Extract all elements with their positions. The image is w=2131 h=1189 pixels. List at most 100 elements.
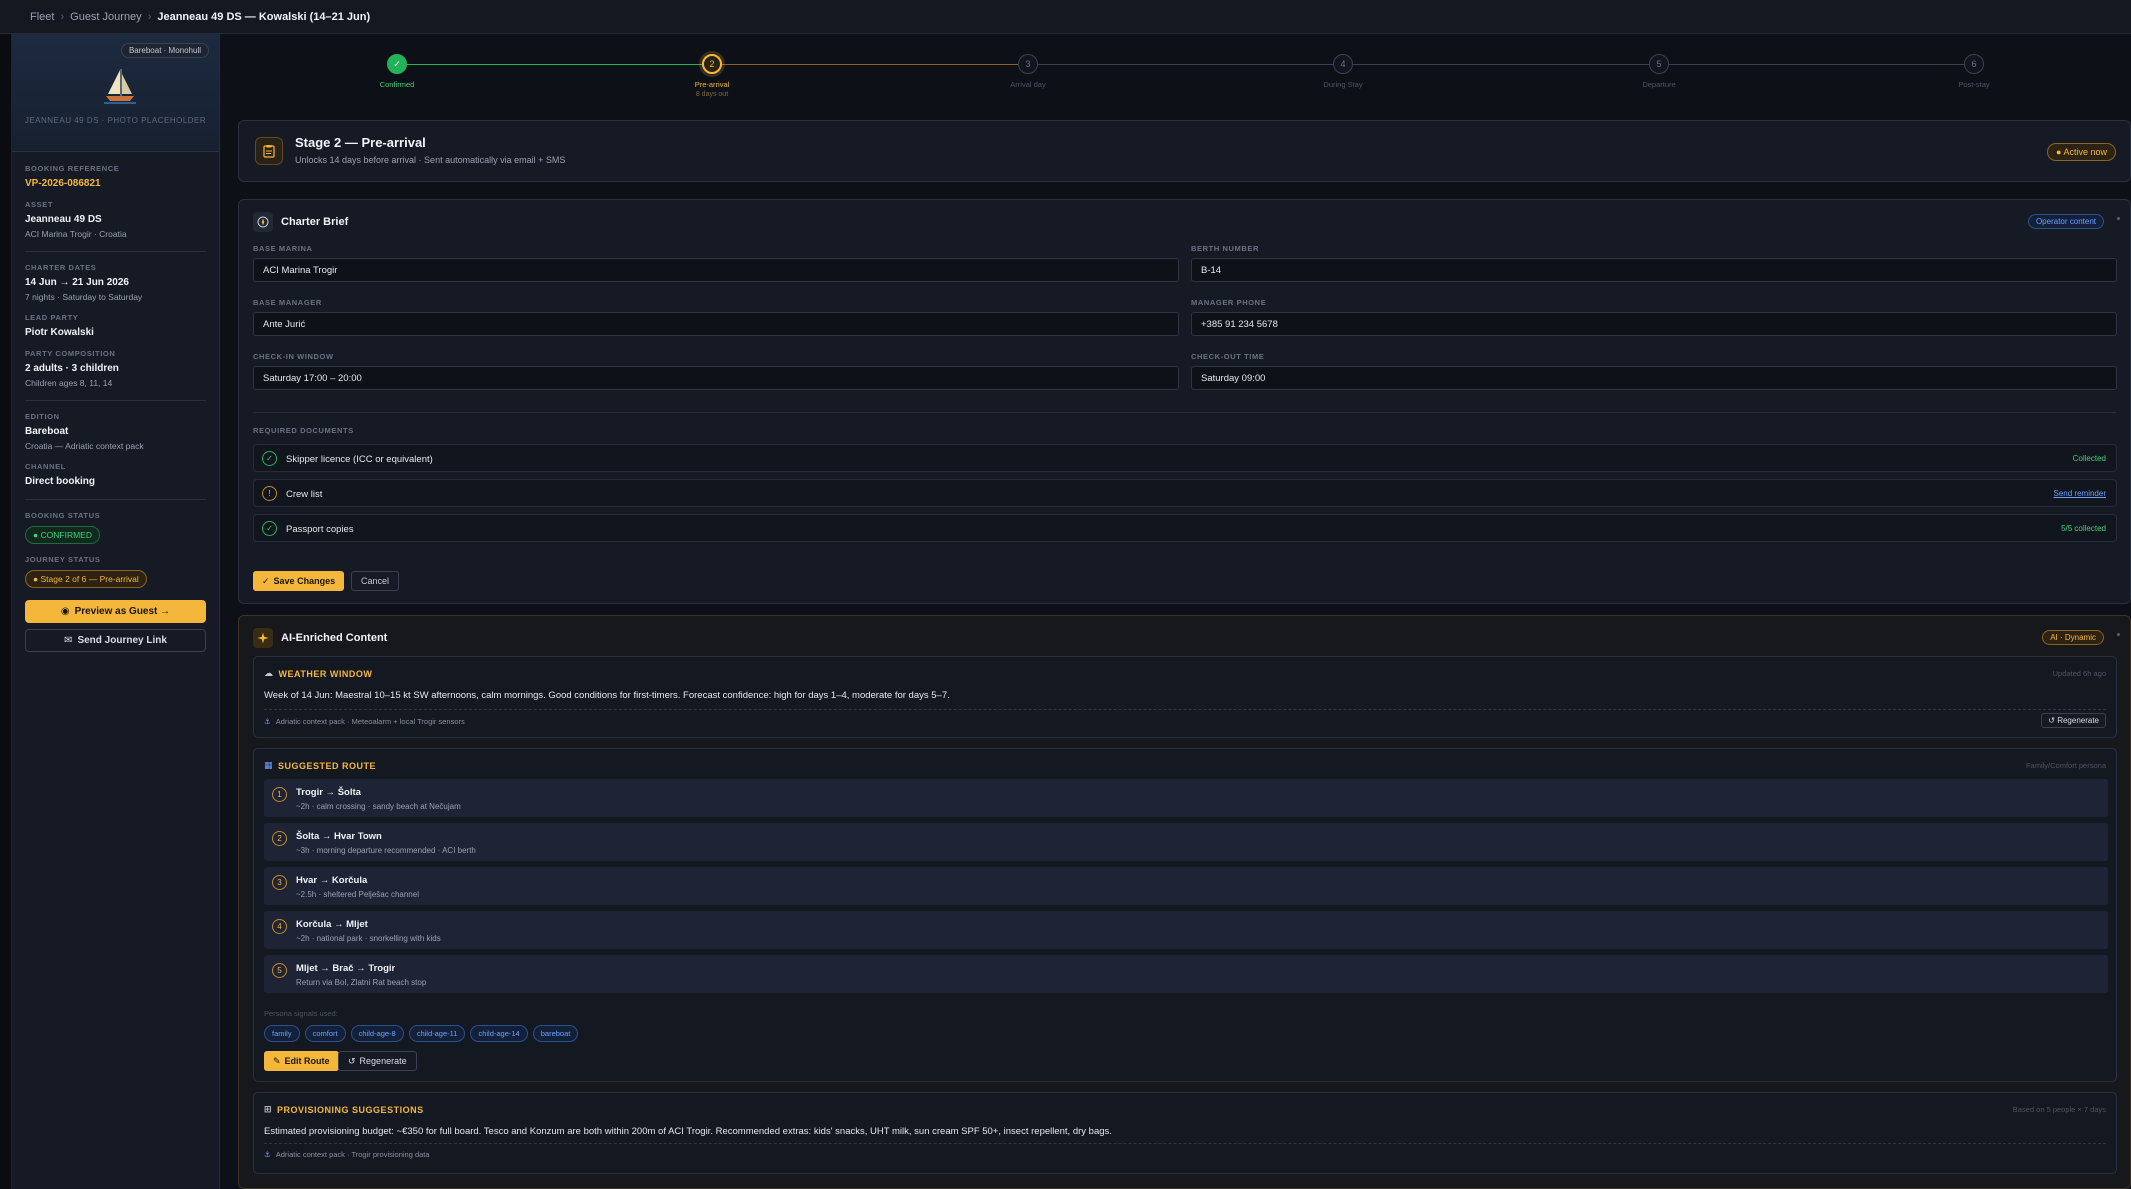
channel-label: CHANNEL: [25, 462, 66, 471]
check-circle-icon: ✓: [262, 451, 277, 466]
preview-as-guest-button[interactable]: ◉ Preview as Guest →: [25, 600, 206, 623]
stepper-line-done: [397, 64, 712, 65]
check-out-time-input[interactable]: [1191, 366, 2117, 390]
persona-tag: child-age-11: [408, 1025, 466, 1042]
weather-window-title: ☁ WEATHER WINDOW: [264, 668, 373, 679]
stage-title: Stage 2 — Pre-arrival: [295, 135, 426, 150]
children-ages: Children ages 8, 11, 14: [25, 378, 113, 388]
booking-status-label: BOOKING STATUS: [25, 511, 101, 520]
eye-icon: ◉: [60, 606, 70, 617]
route-persona: Family/Comfort persona: [2025, 761, 2106, 770]
provisioning-card: ⊞ PROVISIONING SUGGESTIONS Based on 5 pe…: [253, 1092, 2117, 1174]
warning-circle-icon: !: [262, 486, 277, 501]
berth-number-field: BERTH NUMBER: [1191, 244, 2117, 282]
berth-number-input[interactable]: [1191, 258, 2117, 282]
route-leg[interactable]: 1 Trogir → Šolta ~2h · calm crossing · s…: [264, 779, 2108, 817]
ai-enriched-title: AI-Enriched Content: [281, 632, 388, 644]
provisioning-text: Estimated provisioning budget: ~€350 for…: [264, 1126, 1112, 1137]
cart-icon: ⊞: [264, 1104, 273, 1114]
persona-tag: child-age-8: [350, 1025, 404, 1042]
step-confirmed[interactable]: ✓ Confirmed: [357, 54, 437, 89]
cloud-icon: ☁: [264, 668, 274, 678]
left-rail: [0, 34, 12, 1189]
persona-tag: child-age-14: [470, 1025, 528, 1042]
regenerate-route-button[interactable]: ↺ Regenerate: [338, 1051, 417, 1071]
charter-nights: 7 nights · Saturday to Saturday: [25, 292, 143, 302]
doc-row-passport-copies: ✓ Passport copies 5/5 collected: [253, 514, 2117, 542]
party-composition: 2 adults · 3 children: [25, 363, 119, 374]
channel: Direct booking: [25, 476, 96, 487]
divider: [25, 499, 206, 500]
charter-dates-label: CHARTER DATES: [25, 263, 97, 272]
edition-context: Croatia — Adriatic context pack: [25, 441, 144, 451]
route-leg[interactable]: 3 Hvar → Korčula ~2.5h · sheltered Pelje…: [264, 867, 2108, 905]
more-icon[interactable]: [2117, 217, 2120, 220]
weather-window-card: ☁ WEATHER WINDOW Updated 6h ago Week of …: [253, 656, 2117, 738]
anchor-icon: ⚓: [264, 1150, 271, 1159]
operator-content-badge: Operator content: [2027, 214, 2104, 229]
asset-type-badge: Bareboat · Monohull: [120, 43, 209, 58]
check-in-window-input[interactable]: [253, 366, 1179, 390]
doc-row-skipper-licence: ✓ Skipper licence (ICC or equivalent) Co…: [253, 444, 2117, 472]
step-arrival-day[interactable]: 3 Arrival day: [988, 54, 1068, 89]
persona-tag: bareboat: [532, 1025, 579, 1042]
check-in-window-field: CHECK-IN WINDOW: [253, 352, 1179, 390]
breadcrumb: Fleet › Guest Journey › Jeanneau 49 DS —…: [0, 0, 2131, 34]
persona-tags: family comfort child-age-8 child-age-11 …: [264, 1025, 579, 1042]
charter-brief-card: Charter Brief Operator content BASE MARI…: [238, 199, 2131, 604]
charter-dates: 14 Jun → 21 Jun 2026: [25, 277, 129, 288]
weather-updated: Updated 6h ago: [2052, 669, 2106, 678]
divider: [264, 1143, 2106, 1144]
doc-status: Collected: [2072, 454, 2106, 463]
send-reminder-link[interactable]: Send reminder: [2054, 489, 2106, 498]
more-icon[interactable]: [2117, 633, 2120, 636]
breadcrumb-guest-journey[interactable]: Guest Journey: [70, 11, 142, 23]
journey-stepper: ✓ Confirmed 2 Pre-arrival 8 days out 3 A…: [238, 34, 2131, 114]
booking-reference-label: BOOKING REFERENCE: [25, 164, 120, 173]
breadcrumb-separator: ›: [147, 10, 152, 23]
route-leg[interactable]: 5 Mljet → Brač → Trogir Return via Bol, …: [264, 955, 2108, 993]
step-pre-arrival[interactable]: 2 Pre-arrival 8 days out: [672, 54, 752, 98]
suggested-route-title: ▦ SUGGESTED ROUTE: [264, 760, 377, 771]
photo-placeholder-text: JEANNEAU 49 DS · PHOTO PLACEHOLDER: [24, 116, 207, 125]
base-manager-field: BASE MANAGER: [253, 298, 1179, 336]
step-during-stay[interactable]: 4 During Stay: [1303, 54, 1383, 89]
persona-tag: comfort: [304, 1025, 346, 1042]
step-post-stay[interactable]: 6 Post-stay: [1934, 54, 2014, 89]
send-journey-link-button[interactable]: ✉ Send Journey Link: [25, 629, 206, 652]
asset-location: ACI Marina Trogir · Croatia: [25, 229, 127, 239]
edition-label: EDITION: [25, 412, 60, 421]
required-documents-label: REQUIRED DOCUMENTS: [253, 426, 354, 435]
provisioning-basis: Based on 5 people × 7 days: [2012, 1105, 2106, 1114]
divider: [25, 400, 206, 401]
divider: [264, 709, 2106, 710]
refresh-icon: ↺: [348, 1055, 356, 1066]
edition: Bareboat: [25, 426, 69, 437]
weather-source: ⚓ Adriatic context pack · Meteoalarm + l…: [264, 717, 465, 726]
map-icon: ▦: [264, 760, 274, 770]
route-leg[interactable]: 2 Šolta → Hvar Town ~3h · morning depart…: [264, 823, 2108, 861]
base-marina-input[interactable]: [253, 258, 1179, 282]
step-departure[interactable]: 5 Departure: [1619, 54, 1699, 89]
booking-sidebar: Bareboat · Monohull JEANNEAU 49 DS · PHO…: [12, 34, 220, 1189]
provisioning-source: ⚓ Adriatic context pack · Trogir provisi…: [264, 1150, 430, 1159]
persona-signals-label: Persona signals used:: [264, 1009, 338, 1018]
route-leg[interactable]: 4 Korčula → Mljet ~2h · national park · …: [264, 911, 2108, 949]
breadcrumb-current: Jeanneau 49 DS — Kowalski (14–21 Jun): [157, 10, 371, 23]
base-marina-field: BASE MARINA: [253, 244, 1179, 282]
regenerate-weather-button[interactable]: ↺ Regenerate: [2041, 713, 2106, 728]
provisioning-title: ⊞ PROVISIONING SUGGESTIONS: [264, 1104, 424, 1115]
ai-enriched-header: AI-Enriched Content: [253, 628, 387, 648]
journey-status-badge: ● Stage 2 of 6 — Pre-arrival: [25, 570, 147, 588]
base-manager-input[interactable]: [253, 312, 1179, 336]
sailboat-icon: [104, 69, 136, 104]
mail-icon: ✉: [64, 635, 73, 646]
pencil-icon: ✎: [273, 1055, 281, 1066]
save-changes-button[interactable]: ✓ Save Changes: [253, 571, 345, 591]
party-composition-label: PARTY COMPOSITION: [25, 349, 116, 358]
manager-phone-input[interactable]: [1191, 312, 2117, 336]
cancel-button[interactable]: Cancel: [351, 571, 400, 591]
breadcrumb-fleet[interactable]: Fleet: [30, 11, 54, 23]
edit-route-button[interactable]: ✎ Edit Route: [264, 1051, 339, 1071]
check-icon: ✓: [387, 54, 407, 74]
